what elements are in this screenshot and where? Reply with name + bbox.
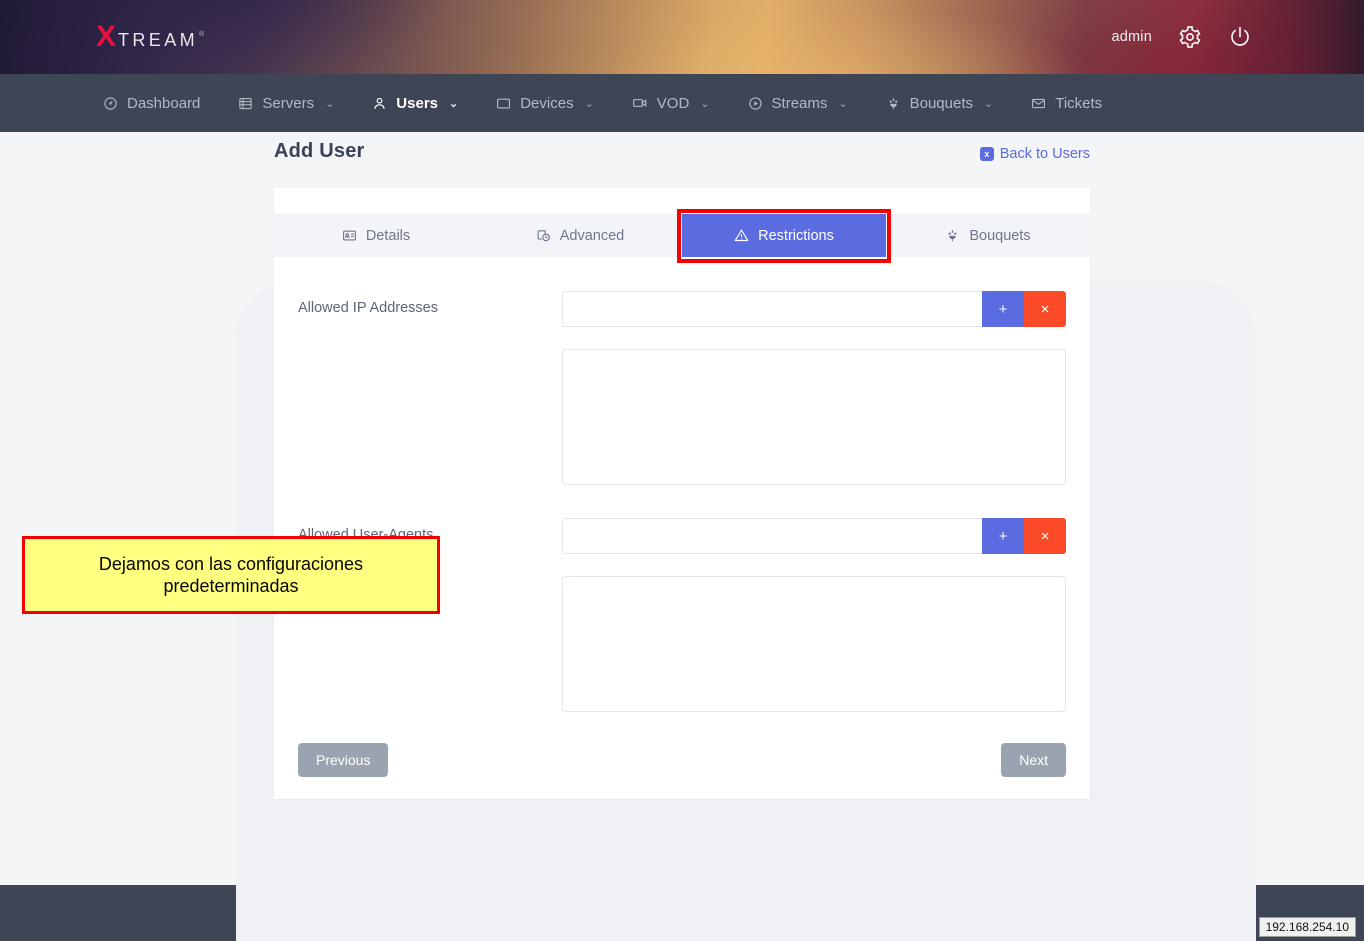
play-circle-icon xyxy=(748,96,763,111)
card-top-strip xyxy=(274,188,1090,214)
nav-item-streams[interactable]: Streams ⌄ xyxy=(729,74,867,132)
logo-registered-mark: ® xyxy=(199,31,205,38)
envelope-icon xyxy=(1031,96,1046,111)
chevron-down-icon: ⌄ xyxy=(325,97,335,110)
nav-item-devices[interactable]: Devices ⌄ xyxy=(477,74,613,132)
nav-item-vod[interactable]: VOD ⌄ xyxy=(613,74,729,132)
page-header: Add User x Back to Users xyxy=(274,140,1090,188)
flower-icon xyxy=(886,96,901,111)
annotation-callout-box: Dejamos con las configuraciones predeter… xyxy=(22,536,440,614)
allowed-user-agents-input-group: + × xyxy=(562,518,1066,554)
form-spacer xyxy=(298,490,1066,518)
chevron-down-icon: ⌄ xyxy=(838,97,848,110)
close-icon: x xyxy=(979,147,994,161)
monitor-icon xyxy=(496,96,511,111)
server-list-icon xyxy=(238,96,253,111)
allowed-ip-row: Allowed IP Addresses + × xyxy=(298,291,1066,490)
allowed-ip-add-button[interactable]: + xyxy=(982,291,1024,327)
dashboard-gauge-icon xyxy=(103,96,118,111)
nav-item-label: Dashboard xyxy=(127,94,201,112)
history-icon xyxy=(536,228,551,243)
restrictions-form: Allowed IP Addresses + × Allowed User-Ag… xyxy=(274,257,1090,799)
logo-wordmark: TREAM xyxy=(118,30,199,50)
ip-address-tooltip: 192.168.254.10 xyxy=(1258,917,1356,937)
allowed-user-agents-input[interactable] xyxy=(562,518,982,554)
video-camera-icon xyxy=(632,95,648,111)
nav-item-label: VOD xyxy=(656,94,690,112)
chevron-down-icon: ⌄ xyxy=(984,97,994,110)
nav-item-tickets[interactable]: Tickets xyxy=(1012,74,1121,132)
chevron-down-icon: ⌄ xyxy=(700,97,710,110)
back-to-users-label: Back to Users xyxy=(999,146,1090,162)
tab-label: Advanced xyxy=(559,227,625,244)
current-username[interactable]: admin xyxy=(1112,29,1153,45)
allowed-ip-list-textarea[interactable] xyxy=(562,349,1066,485)
allowed-ip-clear-button[interactable]: × xyxy=(1024,291,1066,327)
xtream-logo[interactable]: X TREAM ® xyxy=(96,22,204,52)
power-icon[interactable] xyxy=(1228,25,1252,49)
allowed-ip-input-group: + × xyxy=(562,291,1066,327)
content-area: Add User x Back to Users Details Advance… xyxy=(0,132,1364,941)
nav-item-label: Users xyxy=(396,94,438,112)
app-root: X TREAM ® admin Dashboard Servers ⌄ User… xyxy=(0,0,1364,941)
nav-item-servers[interactable]: Servers ⌄ xyxy=(219,74,353,132)
user-icon xyxy=(372,96,387,111)
flower-icon xyxy=(945,228,960,243)
allowed-user-agents-list-textarea[interactable] xyxy=(562,576,1066,712)
wizard-tabs: Details Advanced Restrictions Bouquets xyxy=(274,209,1090,263)
tab-label: Details xyxy=(365,227,411,244)
page-container: Add User x Back to Users Details Advance… xyxy=(274,132,1090,799)
tab-details[interactable]: Details xyxy=(274,214,478,257)
tab-label: Bouquets xyxy=(969,227,1031,244)
form-spacer xyxy=(298,717,1066,743)
next-button[interactable]: Next xyxy=(1001,743,1066,777)
top-header-bar: X TREAM ® admin xyxy=(0,0,1364,74)
nav-item-users[interactable]: Users ⌄ xyxy=(353,74,477,132)
chevron-down-icon: ⌄ xyxy=(449,97,459,110)
nav-item-label: Streams xyxy=(771,94,828,112)
nav-item-label: Tickets xyxy=(1055,94,1103,112)
header-right-cluster: admin xyxy=(1112,25,1253,49)
allowed-user-agents-clear-button[interactable]: × xyxy=(1024,518,1066,554)
tab-restrictions[interactable]: Restrictions xyxy=(677,209,891,263)
nav-item-bouquets[interactable]: Bouquets ⌄ xyxy=(867,74,1013,132)
allowed-ip-input[interactable] xyxy=(562,291,982,327)
chevron-down-icon: ⌄ xyxy=(584,97,594,110)
nav-item-dashboard[interactable]: Dashboard xyxy=(84,74,219,132)
back-to-users-link[interactable]: x Back to Users xyxy=(979,146,1090,162)
annotation-text: Dejamos con las configuraciones predeter… xyxy=(98,553,364,597)
nav-item-label: Devices xyxy=(520,94,574,112)
warning-triangle-icon xyxy=(734,228,749,243)
allowed-ip-label: Allowed IP Addresses xyxy=(298,300,438,316)
allowed-ip-controls: + × xyxy=(562,291,1066,490)
logo-x-mark: X xyxy=(96,20,117,53)
id-card-icon xyxy=(342,228,357,243)
add-user-card: Details Advanced Restrictions Bouquets A… xyxy=(274,188,1090,799)
allowed-user-agents-controls: + × xyxy=(562,518,1066,717)
tab-label: Restrictions xyxy=(758,227,834,244)
previous-button[interactable]: Previous xyxy=(298,743,389,777)
tab-advanced[interactable]: Advanced xyxy=(478,214,682,257)
gear-icon[interactable] xyxy=(1178,25,1202,49)
main-navigation-bar: Dashboard Servers ⌄ Users ⌄ Devices ⌄ VO… xyxy=(0,74,1364,141)
nav-item-label: Bouquets xyxy=(909,94,973,112)
nav-item-label: Servers xyxy=(262,94,315,112)
tab-bouquets[interactable]: Bouquets xyxy=(886,214,1090,257)
page-title: Add User xyxy=(274,140,365,162)
allowed-user-agents-add-button[interactable]: + xyxy=(982,518,1024,554)
wizard-navigation: Previous Next xyxy=(298,743,1066,777)
